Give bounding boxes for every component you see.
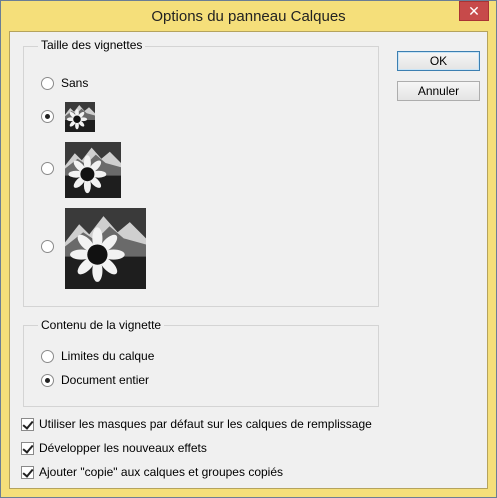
radio-thumb-small[interactable] <box>41 110 54 123</box>
dialog-window: Options du panneau Calques ✕ Taille des … <box>0 0 497 498</box>
close-button[interactable]: ✕ <box>459 1 489 21</box>
thumbnail-preview-large <box>65 208 146 289</box>
thumbnail-preview-medium <box>65 142 121 198</box>
thumbnail-content-group <box>23 325 379 407</box>
thumbnail-size-legend: Taille des vignettes <box>38 38 146 52</box>
radio-entire-document[interactable] <box>41 374 54 387</box>
radio-thumb-medium[interactable] <box>41 162 54 175</box>
radio-layer-bounds-label: Limites du calque <box>61 349 155 363</box>
radio-thumb-none[interactable] <box>41 77 54 90</box>
checkbox-expand-effects-label: Développer les nouveaux effets <box>39 441 207 455</box>
sunflower-image-icon <box>65 102 95 132</box>
radio-thumb-none-label: Sans <box>61 76 89 90</box>
radio-thumb-large[interactable] <box>41 240 54 253</box>
dialog-title: Options du panneau Calques <box>151 8 346 25</box>
cancel-button[interactable]: Annuler <box>397 81 480 101</box>
close-icon: ✕ <box>468 3 480 19</box>
checkbox-default-masks-label: Utiliser les masques par défaut sur les … <box>39 417 372 431</box>
radio-layer-bounds[interactable] <box>41 350 54 363</box>
checkbox-expand-effects[interactable] <box>21 442 34 455</box>
radio-entire-document-label: Document entier <box>61 373 150 387</box>
dialog-body: Taille des vignettes Sans Contenu de la … <box>9 31 488 489</box>
sunflower-image-icon <box>65 142 121 198</box>
thumbnail-content-legend: Contenu de la vignette <box>38 318 165 332</box>
checkbox-add-copy[interactable] <box>21 466 34 479</box>
sunflower-image-icon <box>65 208 146 289</box>
checkbox-add-copy-label: Ajouter "copie" aux calques et groupes c… <box>39 465 284 479</box>
ok-button[interactable]: OK <box>397 51 480 71</box>
title-bar[interactable]: Options du panneau Calques ✕ <box>1 1 496 31</box>
checkbox-default-masks[interactable] <box>21 418 34 431</box>
thumbnail-preview-small <box>65 102 95 132</box>
